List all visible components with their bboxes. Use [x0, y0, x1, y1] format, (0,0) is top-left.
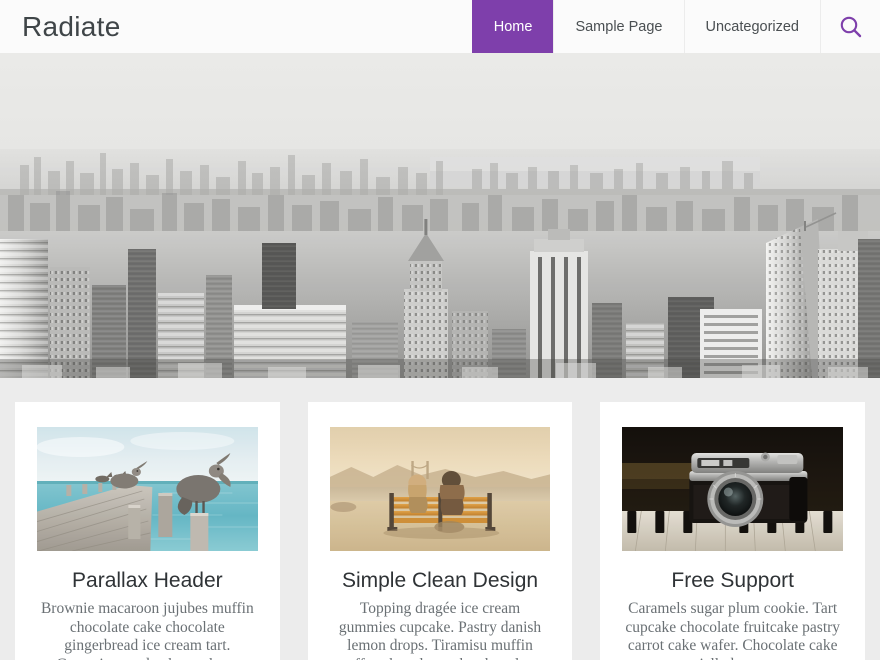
bench-sunset-illustration [329, 427, 551, 551]
card-image-pelicans [37, 427, 258, 551]
card-image-bench-couple [329, 427, 551, 551]
nav-item-uncategorized[interactable]: Uncategorized [683, 0, 821, 53]
card-body-text: Brownie macaroon jujubes muffin chocolat… [40, 600, 254, 660]
search-icon [840, 16, 861, 37]
search-toggle-button[interactable] [820, 0, 880, 53]
feature-card-parallax-header[interactable]: Parallax Header Brownie macaroon jujubes… [15, 402, 280, 660]
nav-menu: Home Sample Page Uncategorized [471, 0, 821, 53]
card-body-text: Topping dragée ice cream gummies cupcake… [338, 600, 542, 660]
nav-item-sample-page[interactable]: Sample Page [553, 0, 683, 53]
hero-cityscape-image [0, 53, 880, 378]
card-image-vintage-camera [622, 427, 844, 551]
nav-item-label: Uncategorized [705, 18, 800, 35]
pelicans-pier-illustration [37, 427, 258, 551]
feature-card-simple-clean-design[interactable]: Simple Clean Design Topping dragée ice c… [307, 402, 573, 660]
feature-card-free-support[interactable]: Free Support Caramels sugar plum cookie.… [600, 402, 866, 660]
card-title: Parallax Header [72, 569, 223, 592]
nav-item-label: Sample Page [575, 18, 663, 35]
nav-item-label: Home [493, 18, 533, 35]
hero-banner [0, 53, 880, 378]
card-title: Simple Clean Design [341, 569, 539, 592]
vintage-camera-illustration [622, 427, 844, 551]
features-section: Parallax Header Brownie macaroon jujubes… [0, 378, 880, 660]
card-body-text: Caramels sugar plum cookie. Tart cupcake… [625, 600, 841, 660]
primary-navigation: Home Sample Page Uncategorized [471, 0, 880, 53]
card-title: Free Support [671, 569, 794, 592]
site-title[interactable]: Radiate [22, 0, 121, 53]
nav-item-home[interactable]: Home [471, 0, 554, 53]
site-header: Radiate Home Sample Page Uncategorized [0, 0, 880, 53]
